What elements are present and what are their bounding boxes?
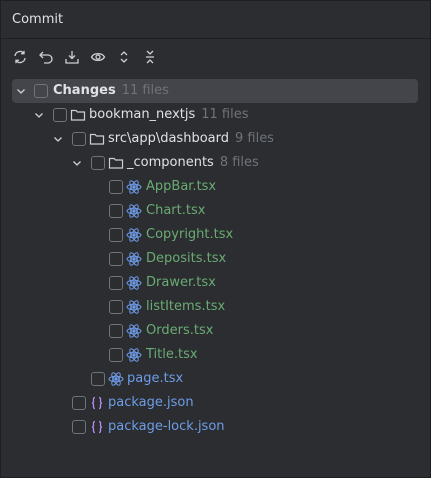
rollback-button[interactable] (36, 47, 56, 67)
tree-file-row[interactable]: AppBar.tsx (12, 175, 418, 199)
project-label: bookman_nextjs (89, 107, 196, 122)
dashboard-count: 9 files (234, 131, 274, 146)
folder-icon (89, 133, 105, 145)
react-icon (108, 372, 124, 386)
checkbox[interactable] (109, 348, 123, 362)
react-icon (126, 252, 142, 266)
components-count: 8 files (219, 155, 259, 170)
json-icon (91, 396, 103, 410)
react-icon (126, 180, 142, 194)
tree-file-row[interactable]: package-lock.json (12, 415, 418, 439)
file-label: Deposits.tsx (146, 251, 227, 266)
file-label: Drawer.tsx (146, 275, 216, 290)
commit-panel: Commit Changes 11 files bookman_nextjs 1… (0, 0, 431, 478)
expand-all-button[interactable] (114, 47, 134, 67)
folder-icon (108, 157, 124, 169)
panel-header: Commit (1, 1, 431, 39)
checkbox[interactable] (72, 420, 86, 434)
checkbox[interactable] (109, 276, 123, 290)
chevron-down-icon[interactable] (71, 157, 83, 169)
chevron-down-icon[interactable] (52, 133, 64, 145)
tree-file-row[interactable]: Chart.tsx (12, 199, 418, 223)
chevron-down-icon[interactable] (15, 85, 27, 97)
file-label: package.json (108, 395, 194, 410)
tree-file-row[interactable]: Copyright.tsx (12, 223, 418, 247)
file-label: AppBar.tsx (146, 179, 217, 194)
changes-count: 11 files (121, 83, 169, 98)
refresh-icon (14, 50, 26, 64)
react-icon (126, 324, 142, 338)
file-label: page.tsx (127, 371, 184, 386)
collapse-all-button[interactable] (140, 47, 160, 67)
tree-file-row[interactable]: page.tsx (12, 367, 418, 391)
show-diff-button[interactable] (88, 47, 108, 67)
react-icon (126, 276, 142, 290)
commit-toolbar (1, 40, 431, 74)
folder-icon (70, 109, 86, 121)
react-icon (126, 300, 142, 314)
eye-icon (90, 52, 106, 62)
tree-file-row[interactable]: package.json (12, 391, 418, 415)
undo-icon (39, 51, 53, 64)
tree-node-dashboard[interactable]: src\app\dashboard 9 files (12, 127, 418, 151)
checkbox[interactable] (72, 132, 86, 146)
panel-title: Commit (12, 12, 64, 27)
tree-node-components[interactable]: _components 8 files (12, 151, 418, 175)
file-label: Copyright.tsx (146, 227, 234, 242)
checkbox[interactable] (53, 108, 67, 122)
changes-label: Changes (53, 83, 116, 98)
checkbox[interactable] (109, 180, 123, 194)
json-icon (91, 420, 103, 434)
shelve-button[interactable] (62, 47, 82, 67)
tree-file-row[interactable]: Drawer.tsx (12, 271, 418, 295)
checkbox[interactable] (109, 324, 123, 338)
tree-file-row[interactable]: Orders.tsx (12, 319, 418, 343)
collapse-icon (146, 50, 154, 64)
project-count: 11 files (201, 107, 249, 122)
tree-node-project[interactable]: bookman_nextjs 11 files (12, 103, 418, 127)
tree-file-row[interactable]: Title.tsx (12, 343, 418, 367)
dashboard-label: src\app\dashboard (108, 131, 229, 146)
checkbox[interactable] (109, 300, 123, 314)
checkbox[interactable] (109, 252, 123, 266)
checkbox[interactable] (91, 156, 105, 170)
components-label: _components (127, 155, 214, 170)
tree-node-changes[interactable]: Changes 11 files (12, 79, 418, 103)
download-icon (65, 51, 79, 64)
file-label: Chart.tsx (146, 203, 206, 218)
react-icon (126, 348, 142, 362)
react-icon (126, 228, 142, 242)
react-icon (126, 204, 142, 218)
checkbox[interactable] (109, 228, 123, 242)
checkbox[interactable] (91, 372, 105, 386)
refresh-button[interactable] (10, 47, 30, 67)
file-label: package-lock.json (108, 419, 225, 434)
file-label: listItems.tsx (146, 299, 226, 314)
checkbox[interactable] (109, 204, 123, 218)
checkbox[interactable] (72, 396, 86, 410)
file-label: Orders.tsx (146, 323, 214, 338)
chevron-down-icon[interactable] (33, 109, 45, 121)
tree-file-row[interactable]: Deposits.tsx (12, 247, 418, 271)
expand-icon (120, 51, 128, 63)
file-label: Title.tsx (146, 347, 198, 362)
checkbox[interactable] (34, 84, 48, 98)
tree-file-row[interactable]: listItems.tsx (12, 295, 418, 319)
